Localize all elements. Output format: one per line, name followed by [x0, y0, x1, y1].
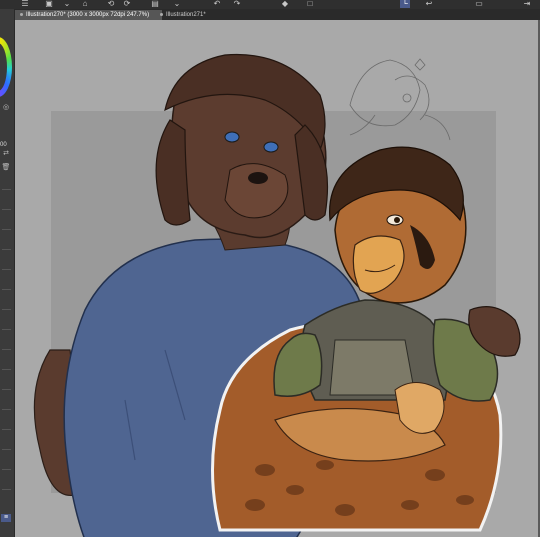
panel-slot: [2, 189, 11, 190]
panel-slot: [2, 449, 11, 450]
character-illustration: [33, 53, 521, 537]
swap-color-icon[interactable]: ⇄: [1, 150, 11, 158]
layer-toggle-icon[interactable]: ≡: [1, 514, 11, 522]
share-icon[interactable]: ⇥: [522, 0, 532, 8]
new-file-icon[interactable]: ▣: [44, 0, 54, 8]
save-icon[interactable]: ⌄: [62, 0, 72, 8]
dog-eye: [224, 131, 240, 143]
left-tool-panel: ◎ 00 ⇄ 🗑 ≡: [0, 9, 15, 537]
brush-size-value: 00: [0, 142, 7, 148]
sketch-doodle: [349, 58, 451, 141]
menu-icon[interactable]: ☰: [20, 0, 30, 8]
panel-slot: [2, 309, 11, 310]
layer-icon[interactable]: ▭: [474, 0, 484, 8]
panel-slot: [2, 289, 11, 290]
tab-label: Illustration271*: [166, 12, 206, 18]
document-tabbar: Illustration270* (3000 x 3000px 72dpi 24…: [14, 9, 540, 20]
selection-icon[interactable]: ↷: [232, 0, 242, 8]
fill-icon[interactable]: ↶: [212, 0, 222, 8]
panel-slot: [2, 329, 11, 330]
panel-slot: [2, 409, 11, 410]
panel-slot: [2, 269, 11, 270]
panel-slot: [2, 489, 11, 490]
transform-icon[interactable]: ⌄: [172, 0, 182, 8]
delete-icon[interactable]: 🗑: [1, 164, 11, 172]
tab-illustration270[interactable]: Illustration270* (3000 x 3000px 72dpi 24…: [14, 10, 162, 20]
tab-illustration271[interactable]: Illustration271*: [154, 10, 226, 20]
pen-icon[interactable]: └: [400, 0, 410, 8]
color-settings-icon[interactable]: ◎: [1, 104, 11, 112]
tab-dot-icon: [160, 12, 163, 16]
dog-eye: [263, 141, 279, 153]
tab-dot-icon: [20, 12, 23, 16]
panel-slot: [2, 369, 11, 370]
brush-icon[interactable]: ↩: [424, 0, 434, 8]
panel-slot: [2, 229, 11, 230]
eraser-icon[interactable]: □: [305, 0, 315, 8]
panel-slot: [2, 349, 11, 350]
redo-icon[interactable]: ⟳: [122, 0, 132, 8]
app-icon[interactable]: ⌂: [80, 0, 90, 8]
panel-slot: [2, 209, 11, 210]
lasso-icon[interactable]: ◆: [280, 0, 290, 8]
panel-slot: [2, 249, 11, 250]
panel-slot: [2, 429, 11, 430]
panel-slot: [2, 469, 11, 470]
clear-icon[interactable]: ▤: [150, 0, 160, 8]
panel-slot: [2, 389, 11, 390]
tab-label: Illustration270* (3000 x 3000px 72dpi 24…: [26, 12, 150, 18]
undo-icon[interactable]: ⟲: [106, 0, 116, 8]
